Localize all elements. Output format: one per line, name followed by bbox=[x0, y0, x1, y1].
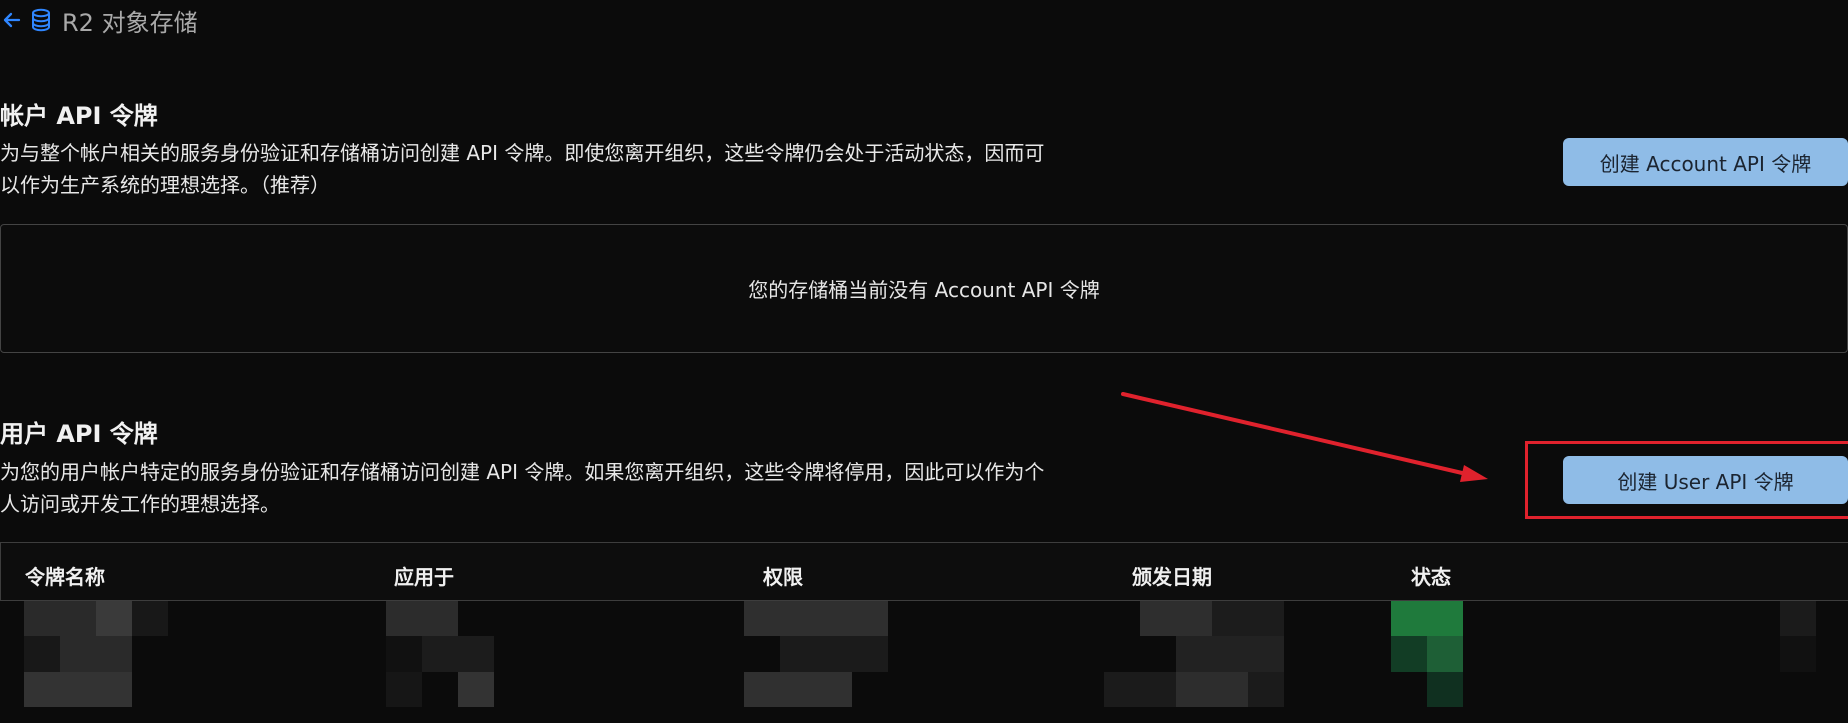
column-applies-to: 应用于 bbox=[394, 565, 454, 589]
status-indicator-block bbox=[1391, 636, 1427, 672]
breadcrumb[interactable]: R2 对象存储 bbox=[0, 3, 198, 38]
redaction-block bbox=[744, 672, 852, 707]
user-description-line-1: 为您的用户帐户特定的服务身份验证和存储桶访问创建 API 令牌。如果您离开组织，… bbox=[0, 460, 1045, 484]
user-api-tokens-description: 为您的用户帐户特定的服务身份验证和存储桶访问创建 API 令牌。如果您离开组织，… bbox=[0, 456, 1100, 520]
redaction-block bbox=[386, 636, 422, 672]
redaction-block bbox=[780, 636, 888, 672]
account-api-tokens-description: 为与整个帐户相关的服务身份验证和存储桶访问创建 API 令牌。即使您离开组织，这… bbox=[0, 137, 1100, 201]
column-permissions: 权限 bbox=[763, 565, 803, 589]
empty-state-message: 您的存储桶当前没有 Account API 令牌 bbox=[748, 278, 1100, 302]
r2-api-token-page: R2 对象存储 帐户 API 令牌 为与整个帐户相关的服务身份验证和存储桶访问创… bbox=[0, 0, 1848, 723]
account-description-line-2: 以作为生产系统的理想选择。（推荐） bbox=[0, 173, 330, 197]
redaction-block bbox=[1780, 601, 1816, 636]
redaction-block bbox=[422, 636, 494, 672]
status-indicator-block bbox=[1427, 636, 1463, 672]
account-description-line-1: 为与整个帐户相关的服务身份验证和存储桶访问创建 API 令牌。即使您离开组织，这… bbox=[0, 141, 1045, 165]
redaction-block bbox=[24, 672, 132, 707]
user-description-line-2: 人访问或开发工作的理想选择。 bbox=[0, 492, 280, 516]
redaction-block bbox=[386, 672, 422, 707]
redaction-block bbox=[1212, 601, 1284, 636]
redaction-block bbox=[132, 601, 168, 636]
status-indicator-block bbox=[1427, 672, 1463, 707]
column-status: 状态 bbox=[1411, 565, 1451, 589]
redaction-block bbox=[458, 672, 494, 707]
user-api-token-table-header: 令牌名称 应用于 权限 颁发日期 状态 bbox=[0, 542, 1848, 601]
create-account-api-token-button[interactable]: 创建 Account API 令牌 bbox=[1563, 138, 1848, 186]
database-icon bbox=[28, 7, 54, 33]
redaction-block bbox=[60, 636, 132, 672]
redaction-block bbox=[24, 601, 96, 636]
redaction-block bbox=[96, 601, 132, 636]
redaction-block bbox=[744, 601, 888, 636]
back-arrow-icon[interactable] bbox=[0, 8, 24, 32]
user-api-tokens-title: 用户 API 令牌 bbox=[0, 420, 158, 448]
column-token-name: 令牌名称 bbox=[25, 565, 105, 589]
redaction-block bbox=[386, 601, 458, 636]
redaction-block bbox=[1780, 636, 1816, 672]
redacted-token-rows bbox=[0, 601, 1848, 723]
account-api-tokens-title: 帐户 API 令牌 bbox=[0, 102, 158, 130]
column-issued-date: 颁发日期 bbox=[1132, 565, 1212, 589]
breadcrumb-label[interactable]: R2 对象存储 bbox=[62, 3, 198, 38]
redaction-block bbox=[1140, 601, 1212, 636]
redaction-block bbox=[24, 636, 60, 672]
redaction-block bbox=[1176, 672, 1248, 707]
redaction-block bbox=[1176, 636, 1284, 672]
annotation-highlight-box bbox=[1525, 441, 1848, 519]
status-indicator-block bbox=[1391, 601, 1463, 636]
account-api-token-empty-state: 您的存储桶当前没有 Account API 令牌 bbox=[0, 224, 1848, 353]
